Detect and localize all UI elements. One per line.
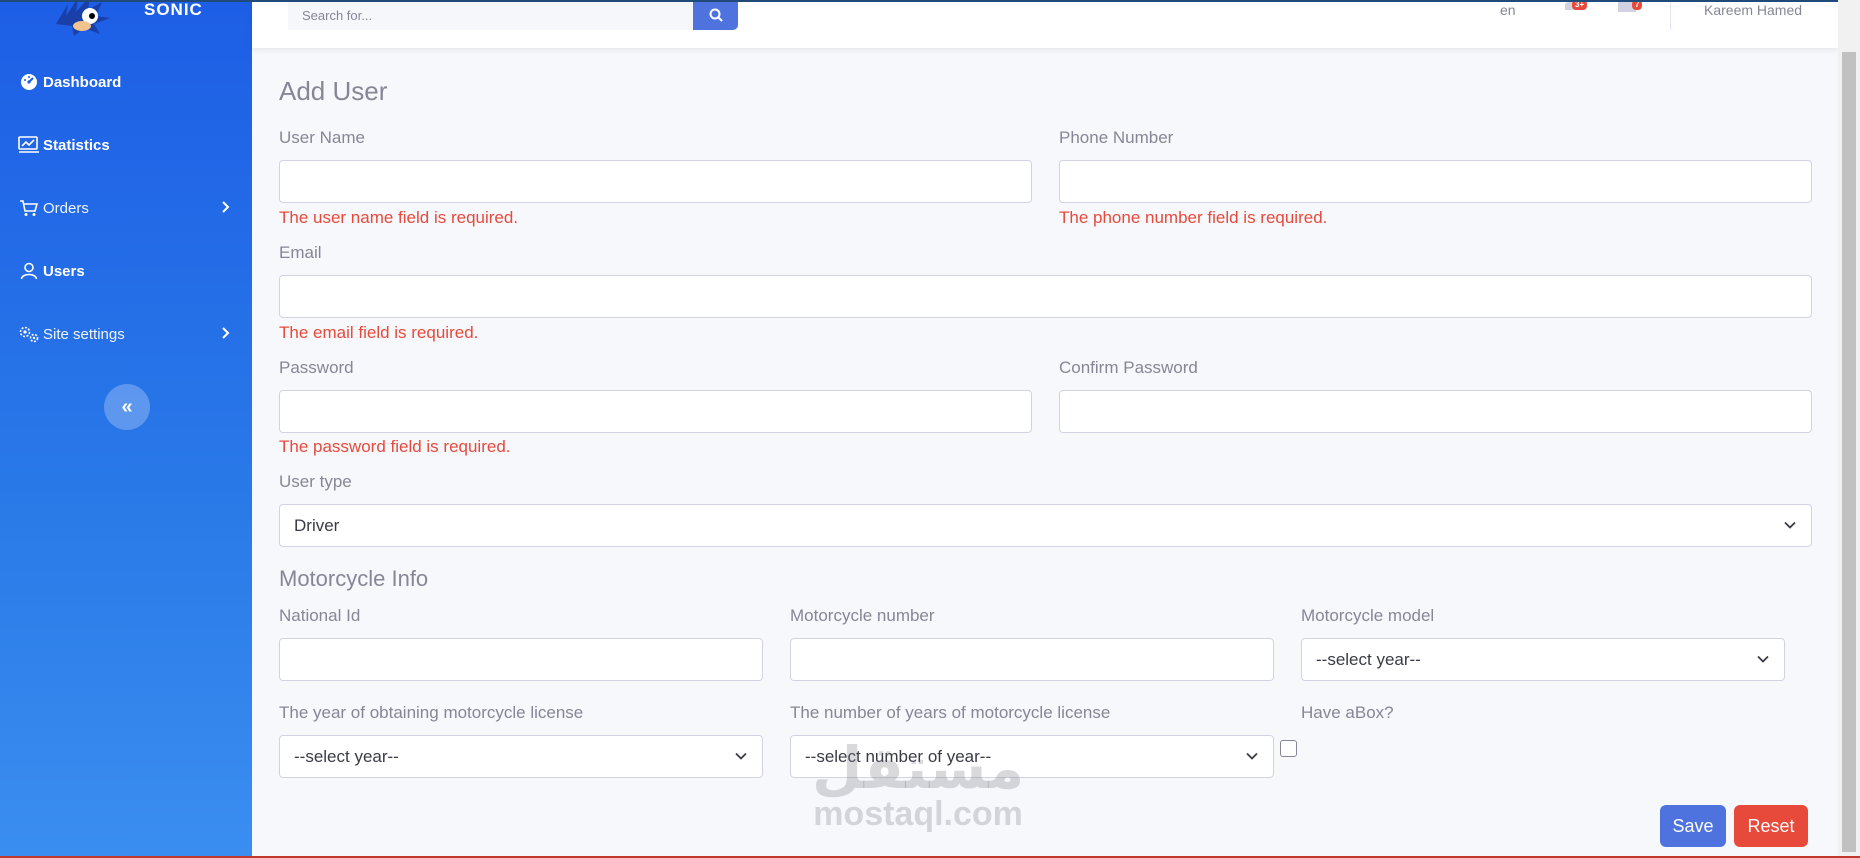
sidebar-item-users[interactable]: Users xyxy=(0,251,252,291)
reset-button[interactable]: Reset xyxy=(1734,805,1808,847)
watermark-arabic: مستقل xyxy=(812,734,1025,802)
sidebar: SONIC Dashboard Statistics Orders Users … xyxy=(0,0,252,858)
language-switcher[interactable]: en xyxy=(1500,2,1516,18)
password-label: Password xyxy=(279,358,354,377)
sidebar-item-label: Orders xyxy=(43,199,89,217)
motorcycle-model-select[interactable]: --select year-- xyxy=(1301,638,1785,681)
chevron-right-icon xyxy=(221,200,230,217)
user-menu[interactable]: Kareem Hamed xyxy=(1704,2,1802,18)
cart-icon xyxy=(18,197,40,219)
have-box-checkbox[interactable] xyxy=(1280,740,1297,757)
sidebar-item-label: Dashboard xyxy=(43,73,122,91)
gears-icon xyxy=(18,323,40,345)
motorcycle-model-label: Motorcycle model xyxy=(1301,606,1435,625)
double-chevron-left-icon: « xyxy=(121,395,133,418)
phone-label: Phone Number xyxy=(1059,128,1174,147)
motorcycle-number-label: Motorcycle number xyxy=(790,606,935,625)
search-placeholder: Search for... xyxy=(302,7,373,23)
topbar-divider xyxy=(1670,0,1671,30)
chevron-down-icon xyxy=(735,752,747,760)
license-years-label: The number of years of motorcycle licens… xyxy=(790,703,1111,722)
sidebar-item-orders[interactable]: Orders xyxy=(0,188,252,228)
messages-button[interactable]: 7 xyxy=(1612,0,1643,20)
confirm-password-input[interactable] xyxy=(1059,390,1812,433)
password-error: The password field is required. xyxy=(279,437,511,456)
brand[interactable]: SONIC xyxy=(50,0,250,40)
sonic-logo-icon xyxy=(56,0,110,36)
chevron-down-icon xyxy=(1246,752,1258,760)
top-border xyxy=(0,0,1860,2)
phone-error: The phone number field is required. xyxy=(1059,208,1328,227)
user-name-error: The user name field is required. xyxy=(279,208,519,227)
user-type-select[interactable]: Driver xyxy=(279,504,1812,547)
user-icon xyxy=(18,260,40,282)
national-id-input[interactable] xyxy=(279,638,763,681)
chevron-down-icon xyxy=(1784,521,1796,529)
phone-input[interactable] xyxy=(1059,160,1812,203)
email-label: Email xyxy=(279,243,322,262)
search-input[interactable]: Search for... xyxy=(288,0,693,30)
sidebar-item-label: Users xyxy=(43,262,85,280)
sidebar-item-dashboard[interactable]: Dashboard xyxy=(0,62,252,102)
sidebar-collapse-button[interactable]: « xyxy=(104,384,150,430)
scrollbar-thumb[interactable] xyxy=(1842,52,1856,852)
license-year-value: --select year-- xyxy=(294,746,399,766)
user-name-label: User Name xyxy=(279,128,365,147)
sidebar-item-statistics[interactable]: Statistics xyxy=(0,125,252,165)
dashboard-icon xyxy=(18,71,40,93)
watermark: مستقل mostaql.com xyxy=(812,734,1025,833)
notifications-button[interactable]: 3+ xyxy=(1554,0,1588,20)
user-name-input[interactable] xyxy=(279,160,1032,203)
watermark-latin: mostaql.com xyxy=(813,795,1023,833)
chevron-down-icon xyxy=(1757,655,1769,663)
page-title: Add User xyxy=(279,76,388,106)
email-error: The email field is required. xyxy=(279,323,479,342)
confirm-password-label: Confirm Password xyxy=(1059,358,1198,377)
search-icon xyxy=(709,8,723,22)
scrollbar[interactable] xyxy=(1838,0,1860,858)
email-input[interactable] xyxy=(279,275,1812,318)
motorcycle-model-value: --select year-- xyxy=(1316,649,1421,669)
national-id-label: National Id xyxy=(279,606,361,625)
license-year-label: The year of obtaining motorcycle license xyxy=(279,703,584,722)
user-type-value: Driver xyxy=(294,515,340,535)
sidebar-item-label: Statistics xyxy=(43,136,110,154)
search-button[interactable] xyxy=(693,0,738,30)
user-type-label: User type xyxy=(279,472,352,491)
motorcycle-section-title: Motorcycle Info xyxy=(279,566,429,591)
save-button[interactable]: Save xyxy=(1660,805,1726,847)
motorcycle-number-input[interactable] xyxy=(790,638,1274,681)
brand-name: SONIC xyxy=(144,0,203,19)
password-input[interactable] xyxy=(279,390,1032,433)
sidebar-item-label: Site settings xyxy=(43,325,125,343)
topbar: Search for... en 3+ 7 Kareem Hamed xyxy=(252,0,1838,48)
sidebar-item-site-settings[interactable]: Site settings xyxy=(0,314,252,354)
chevron-right-icon xyxy=(221,326,230,343)
license-year-select[interactable]: --select year-- xyxy=(279,735,763,778)
have-box-label: Have aBox? xyxy=(1301,703,1394,722)
chart-icon xyxy=(18,134,40,156)
